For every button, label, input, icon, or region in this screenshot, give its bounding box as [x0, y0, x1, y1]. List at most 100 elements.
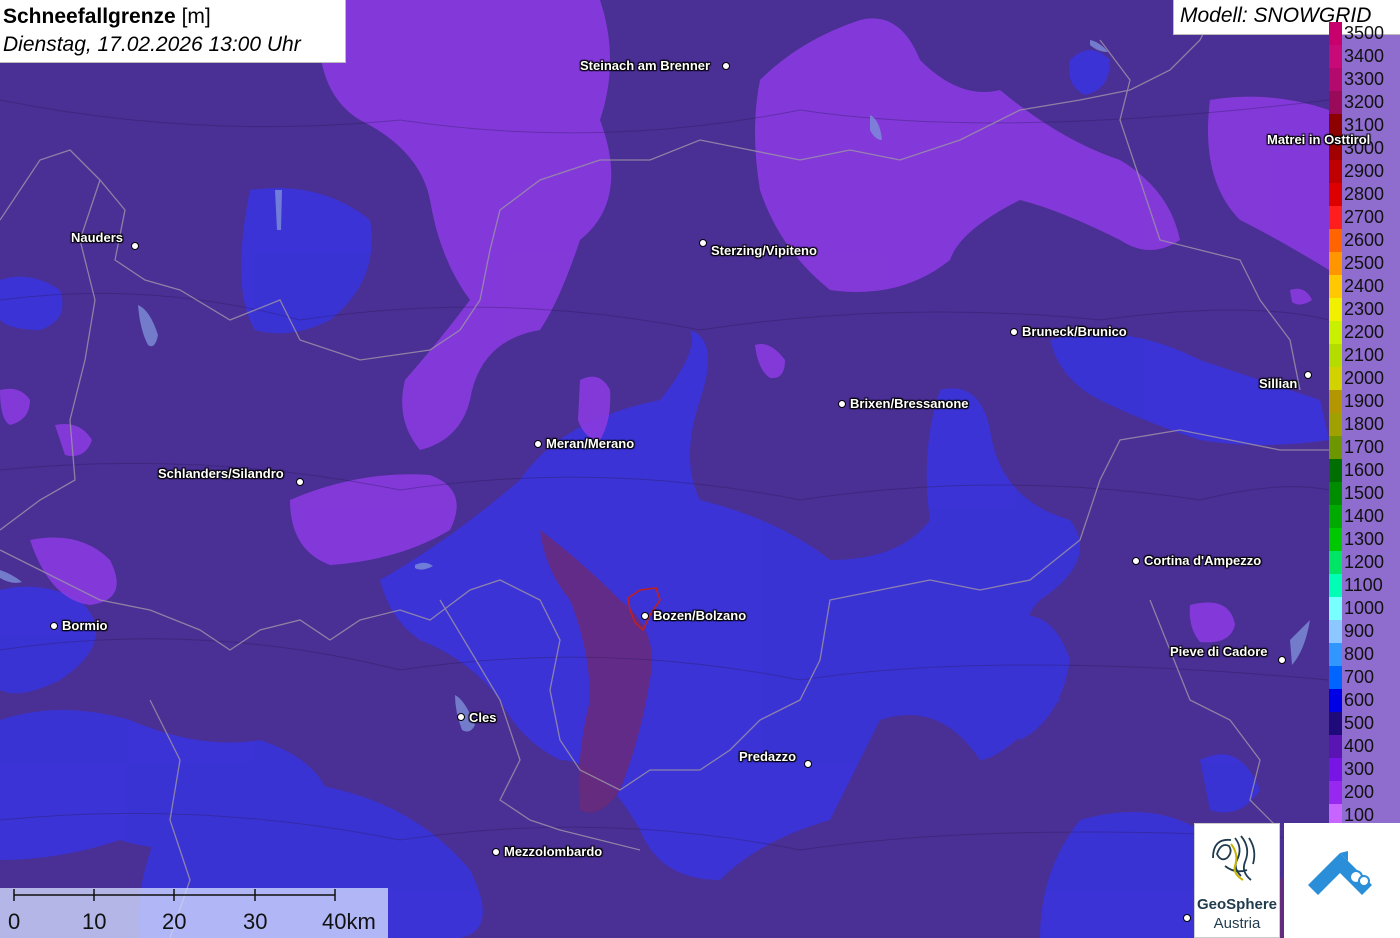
- legend-entry: 2000: [1329, 367, 1400, 390]
- legend-entry: 1900: [1329, 390, 1400, 413]
- legend-swatch: [1329, 206, 1342, 229]
- legend-entry: 3300: [1329, 68, 1400, 91]
- legend-value: 3300: [1344, 69, 1385, 89]
- legend-value: 1000: [1344, 598, 1385, 618]
- legend-value: 800: [1344, 644, 1375, 664]
- legend-value: 1900: [1344, 391, 1385, 411]
- city-marker: [50, 622, 58, 630]
- legend-swatch: [1329, 574, 1342, 597]
- legend-value: 600: [1344, 690, 1375, 710]
- city-marker: [1132, 557, 1140, 565]
- legend-entry: 1300: [1329, 528, 1400, 551]
- city-marker: [1304, 371, 1312, 379]
- city-label: Sterzing/Vipiteno: [711, 243, 817, 258]
- legend-value: 700: [1344, 667, 1375, 687]
- legend-swatch: [1329, 689, 1342, 712]
- legend-value: 2400: [1344, 276, 1385, 296]
- scale-bar: 0 10 20 30 40km: [0, 888, 388, 938]
- legend-value: 2600: [1344, 230, 1385, 250]
- legend-entry: 700: [1329, 666, 1400, 689]
- legend-entry: 1600: [1329, 459, 1400, 482]
- legend-entry: 2400: [1329, 275, 1400, 298]
- geosphere-logo-line2: Austria: [1213, 915, 1261, 932]
- city-label: Pieve di Cadore: [1170, 644, 1268, 659]
- geosphere-logo-line1: GeoSphere: [1196, 896, 1278, 913]
- city-label: Bormio: [62, 618, 108, 633]
- legend-swatch: [1329, 620, 1342, 643]
- legend-entry: 2900: [1329, 160, 1400, 183]
- city-marker: [457, 713, 465, 721]
- city-label: Nauders: [71, 230, 124, 245]
- legend-entry: 1000: [1329, 597, 1400, 620]
- legend-swatch: [1329, 482, 1342, 505]
- legend-swatch: [1329, 597, 1342, 620]
- legend-swatch: [1329, 781, 1342, 804]
- geosphere-logo[interactable]: GeoSphere Austria: [1194, 823, 1280, 938]
- legend-entry: 2100: [1329, 344, 1400, 367]
- legend-swatch: [1329, 436, 1342, 459]
- legend-value: 3500: [1344, 23, 1385, 43]
- legend-value: 1300: [1344, 529, 1385, 549]
- legend-value: 200: [1344, 782, 1375, 802]
- legend-value: 1400: [1344, 506, 1385, 526]
- legend-value: 2200: [1344, 322, 1385, 342]
- legend-entry: 600: [1329, 689, 1400, 712]
- snow-app-logo[interactable]: [1284, 823, 1400, 938]
- legend-entry: 1800: [1329, 413, 1400, 436]
- legend-entry: 1400: [1329, 505, 1400, 528]
- legend-value: 3400: [1344, 46, 1385, 66]
- legend-swatch: [1329, 758, 1342, 781]
- legend-entry: 800: [1329, 643, 1400, 666]
- legend-value: 1200: [1344, 552, 1385, 572]
- legend-entry: 1200: [1329, 551, 1400, 574]
- city-label: Sillian: [1259, 376, 1298, 391]
- legend-value: 2300: [1344, 299, 1385, 319]
- legend-swatch: [1329, 91, 1342, 114]
- parameter-name: Schneefallgrenze: [3, 5, 176, 28]
- city-marker: [1183, 914, 1191, 922]
- legend-swatch: [1329, 712, 1342, 735]
- legend-swatch: [1329, 22, 1342, 45]
- legend-value: 400: [1344, 736, 1375, 756]
- city-marker: [722, 62, 730, 70]
- legend-swatch: [1329, 643, 1342, 666]
- legend-value: 900: [1344, 621, 1375, 641]
- city-label: Cles: [469, 710, 497, 725]
- legend-swatch: [1329, 229, 1342, 252]
- legend-entry: 300: [1329, 758, 1400, 781]
- legend-swatch: [1329, 252, 1342, 275]
- scale-label: 30: [243, 909, 268, 934]
- legend-value: 1600: [1344, 460, 1385, 480]
- city-marker: [641, 612, 649, 620]
- city-marker: [804, 760, 812, 768]
- legend-value: 500: [1344, 713, 1375, 733]
- legend-swatch: [1329, 45, 1342, 68]
- legend-value: 2000: [1344, 368, 1385, 388]
- legend-value: 3200: [1344, 92, 1385, 112]
- scale-label: 40km: [322, 909, 376, 934]
- legend-entry: 2700: [1329, 206, 1400, 229]
- legend-entry: 200: [1329, 781, 1400, 804]
- legend-entry: 400: [1329, 735, 1400, 758]
- legend-value: 2500: [1344, 253, 1385, 273]
- legend-swatch: [1329, 413, 1342, 436]
- city-label: Mezzolombardo: [504, 844, 603, 859]
- city-label: Steinach am Brenner: [580, 58, 711, 73]
- legend-swatch: [1329, 666, 1342, 689]
- scale-label: 0: [8, 909, 21, 934]
- legend-value: 2100: [1344, 345, 1385, 365]
- city-marker: [699, 239, 707, 247]
- legend-swatch: [1329, 528, 1342, 551]
- legend-entry: 2600: [1329, 229, 1400, 252]
- legend-value: 300: [1344, 759, 1375, 779]
- legend-entry: 2800: [1329, 183, 1400, 206]
- city-label: Bozen/Bolzano: [653, 608, 747, 623]
- city-label: Brixen/Bressanone: [850, 396, 969, 411]
- legend-swatch: [1329, 390, 1342, 413]
- legend-value: 1700: [1344, 437, 1385, 457]
- city-marker: [492, 848, 500, 856]
- legend-swatch: [1329, 183, 1342, 206]
- scale-label: 10: [82, 909, 107, 934]
- legend-swatch: [1329, 367, 1342, 390]
- legend-entry: 3400: [1329, 45, 1400, 68]
